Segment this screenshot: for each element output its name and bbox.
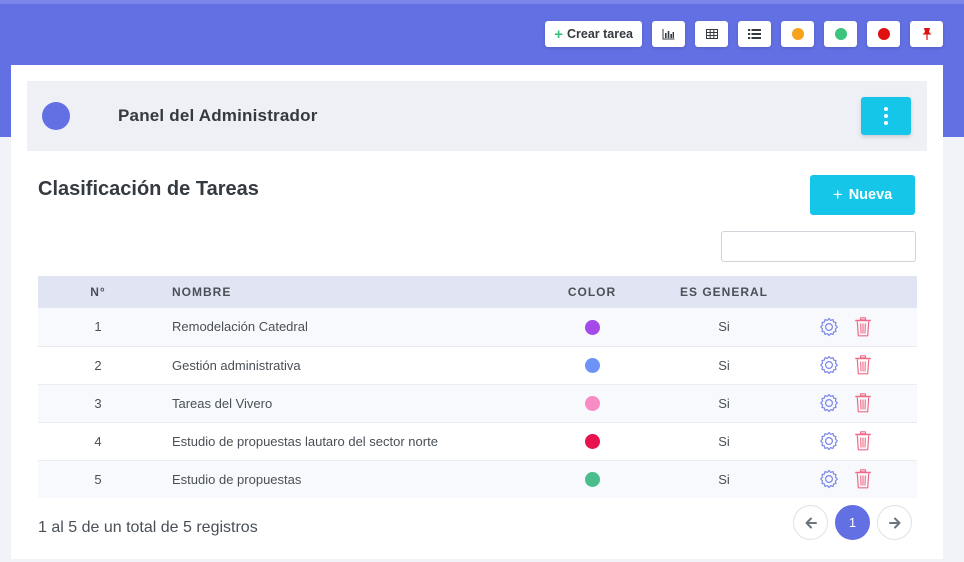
more-options-button[interactable] [861, 97, 911, 135]
trash-icon [854, 316, 871, 337]
trash-icon [854, 393, 871, 413]
row-actions [782, 460, 917, 498]
column-header-name[interactable]: NOMBRE [158, 276, 518, 308]
row-color-cell [518, 422, 666, 460]
row-number: 4 [94, 433, 102, 449]
row-actions [782, 384, 917, 422]
row-number: 3 [94, 395, 102, 411]
row-general: Si [718, 395, 730, 411]
delete-button[interactable] [854, 316, 871, 337]
edit-button[interactable] [819, 355, 839, 375]
page-1-button[interactable]: 1 [835, 505, 870, 540]
table-header-row: N° NOMBRE COLOR ES GENERAL [38, 276, 917, 308]
new-classification-button[interactable]: + Nueva [810, 175, 915, 215]
row-name: Estudio de propuestas [172, 471, 302, 487]
search-input[interactable] [721, 231, 916, 262]
edit-button[interactable] [819, 317, 839, 337]
arrow-left-icon [805, 517, 817, 528]
delete-button[interactable] [854, 393, 871, 413]
bar-chart-button[interactable] [652, 21, 685, 47]
row-number: 1 [94, 319, 102, 335]
create-task-button[interactable]: + Crear tarea [545, 21, 642, 47]
prev-page-button[interactable] [793, 505, 828, 540]
red-dot-icon [877, 28, 890, 40]
table-row: 1 Remodelación Catedral Si [38, 308, 917, 346]
gear-icon [819, 431, 838, 451]
delete-button[interactable] [854, 469, 871, 489]
orange-dot-icon [791, 28, 804, 40]
row-actions [782, 346, 917, 384]
row-general: Si [718, 319, 730, 335]
row-name: Estudio de propuestas lautaro del sector… [172, 433, 438, 449]
color-swatch [584, 434, 600, 450]
table-row: 3 Tareas del Vivero Si [38, 384, 917, 422]
row-actions [782, 308, 917, 346]
list-view-button[interactable] [738, 21, 771, 47]
row-general: Si [718, 433, 730, 449]
color-swatch [584, 319, 600, 335]
row-number: 5 [94, 471, 102, 487]
green-dot-icon [834, 28, 847, 40]
list-icon [748, 29, 761, 39]
row-color-cell [518, 384, 666, 422]
pin-button[interactable] [910, 21, 943, 47]
arrow-right-icon [888, 517, 900, 528]
section-title: Clasificación de Tareas [38, 178, 259, 200]
row-color-cell [518, 460, 666, 498]
row-actions [782, 422, 917, 460]
create-task-label: Crear tarea [566, 27, 633, 41]
status-orange-button[interactable] [781, 21, 814, 47]
delete-button[interactable] [854, 431, 871, 451]
records-summary: 1 al 5 de un total de 5 registros [38, 519, 258, 536]
edit-button[interactable] [819, 469, 839, 489]
column-header-actions [782, 276, 917, 308]
gear-icon [819, 470, 838, 489]
card-header: Panel del Administrador [27, 81, 927, 151]
column-header-general[interactable]: ES GENERAL [666, 276, 782, 308]
pin-icon [922, 28, 931, 40]
status-green-button[interactable] [824, 21, 857, 47]
row-color-cell [518, 308, 666, 346]
column-header-color[interactable]: COLOR [518, 276, 666, 308]
edit-button[interactable] [819, 431, 839, 451]
color-swatch [584, 472, 600, 488]
avatar [42, 102, 70, 130]
status-red-button[interactable] [867, 21, 900, 47]
row-general: Si [718, 471, 730, 487]
row-name: Gestión administrativa [172, 357, 301, 373]
delete-button[interactable] [854, 355, 871, 375]
edit-button[interactable] [819, 393, 839, 413]
table-row: 2 Gestión administrativa Si [38, 346, 917, 384]
row-color-cell [518, 346, 666, 384]
gear-icon [819, 317, 838, 336]
top-toolbar: + Crear tarea [545, 21, 943, 47]
row-name: Remodelación Catedral [172, 319, 308, 335]
trash-icon [854, 469, 871, 489]
gear-icon [819, 393, 838, 413]
pagination: 1 [793, 505, 912, 540]
page-title: Panel del Administrador [118, 106, 318, 125]
color-swatch [584, 358, 600, 374]
table-row: 5 Estudio de propuestas Si [38, 460, 917, 498]
row-number: 2 [94, 357, 102, 373]
table-view-button[interactable] [695, 21, 728, 47]
row-general: Si [718, 357, 730, 373]
column-header-num[interactable]: N° [38, 276, 158, 308]
row-name: Tareas del Vivero [172, 395, 273, 411]
plus-icon: + [832, 185, 843, 204]
trash-icon [854, 355, 871, 375]
bar-chart-icon [662, 28, 675, 39]
color-swatch [584, 396, 600, 412]
next-page-button[interactable] [877, 505, 912, 540]
kebab-menu-icon [884, 107, 888, 111]
table-icon [705, 29, 718, 39]
main-card: Panel del Administrador Clasificación de… [11, 65, 943, 559]
table-row: 4 Estudio de propuestas lautaro del sect… [38, 422, 917, 460]
task-classification-table: N° NOMBRE COLOR ES GENERAL 1 Remodelació… [38, 276, 917, 498]
new-button-label: Nueva [848, 187, 893, 203]
plus-icon: + [554, 25, 563, 43]
gear-icon [819, 355, 838, 375]
trash-icon [854, 431, 871, 451]
